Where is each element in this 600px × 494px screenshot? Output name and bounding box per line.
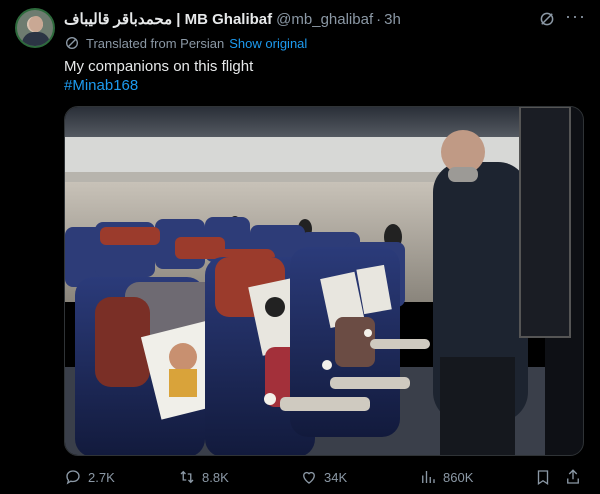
airplane-cabin-photo [65,107,583,455]
share-icon [567,469,579,484]
reply-icon [66,470,80,485]
tweet-header: محمدباقر قالیباف | MB Ghalibaf @mb_ghali… [64,10,401,29]
views-icon [422,471,435,483]
bookmark-button[interactable] [534,466,558,488]
share-button[interactable] [564,466,588,488]
repost-button[interactable]: 8.8K [178,466,229,488]
like-button[interactable]: 34K [300,466,347,488]
show-original-link[interactable]: Show original [229,36,307,51]
more-icon[interactable]: ··· [565,7,585,27]
display-name[interactable]: محمدباقر قالیباف | MB Ghalibaf [64,10,272,28]
avatar[interactable] [15,8,55,48]
repost-count: 8.8K [202,469,229,485]
tweet-photo[interactable] [64,106,584,456]
translation-notice: Translated from Persian Show original [64,35,307,51]
like-count: 34K [324,469,348,485]
translated-label: Translated from Persian [86,35,225,51]
heart-icon [303,471,315,484]
views-count: 860K [443,469,474,485]
reply-button[interactable]: 2.7K [64,466,115,488]
handle[interactable]: @mb_ghalibaf [276,11,373,28]
timestamp[interactable]: 3h [384,11,401,28]
reply-count: 2.7K [88,469,115,485]
hashtag-link[interactable]: #Minab168 [64,76,253,95]
tweet-body: My companions on this flight [64,58,254,75]
action-bar: 2.7K 8.8K 34K 860K [64,466,584,488]
tweet: محمدباقر قالیباف | MB Ghalibaf @mb_ghali… [0,0,600,494]
grok-icon[interactable] [538,10,556,28]
tweet-text: My companions on this flight #Minab168 [64,57,253,95]
repost-icon [180,470,194,484]
translate-icon [66,37,78,49]
bookmark-icon [537,470,549,486]
views-button[interactable]: 860K [419,466,473,488]
